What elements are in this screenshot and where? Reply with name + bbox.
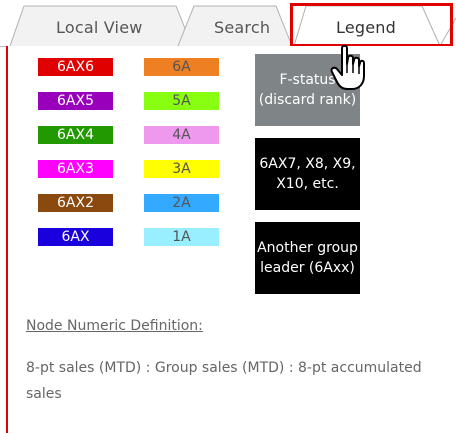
legend-box-higher-ranks: 6AX7, X8, X9, X10, etc. xyxy=(255,138,360,210)
higher-ranks-line1: 6AX7, X8, X9, xyxy=(259,156,356,172)
tab-local-view[interactable]: Local View xyxy=(56,18,143,37)
legend-chip-4a: 4A xyxy=(144,126,219,144)
legend-chip-1a: 1A xyxy=(144,228,219,246)
definition-text: 8-pt sales (MTD) : Group sales (MTD) : 8… xyxy=(26,360,422,402)
legend-chip-6ax2: 6AX2 xyxy=(38,194,113,212)
legend-chip-5a: 5A xyxy=(144,92,219,110)
definition-title: Node Numeric Definition: xyxy=(26,318,203,334)
f-status-line1: F-status xyxy=(279,72,336,88)
legend-chip-6ax4: 6AX4 xyxy=(38,126,113,144)
tab-search[interactable]: Search xyxy=(214,18,270,37)
legend-chip-2a: 2A xyxy=(144,194,219,212)
hand-pointer-icon xyxy=(330,44,366,96)
higher-ranks-line2: X10, etc. xyxy=(276,176,339,192)
legend-chip-6ax: 6AX xyxy=(38,228,113,246)
legend-chip-6ax5: 6AX5 xyxy=(38,92,113,110)
legend-chip-6a: 6A xyxy=(144,58,219,76)
tab-legend[interactable]: Legend xyxy=(336,18,396,37)
tab-bar: Local View Search Legend xyxy=(0,0,456,48)
legend-chip-6ax6: 6AX6 xyxy=(38,58,113,76)
legend-box-group-leader: Another group leader (6Axx) xyxy=(255,222,360,294)
group-leader-line1: Another group xyxy=(257,240,358,256)
legend-chip-6ax3: 6AX3 xyxy=(38,160,113,178)
group-leader-line2: leader (6Axx) xyxy=(260,260,355,276)
legend-chip-3a: 3A xyxy=(144,160,219,178)
